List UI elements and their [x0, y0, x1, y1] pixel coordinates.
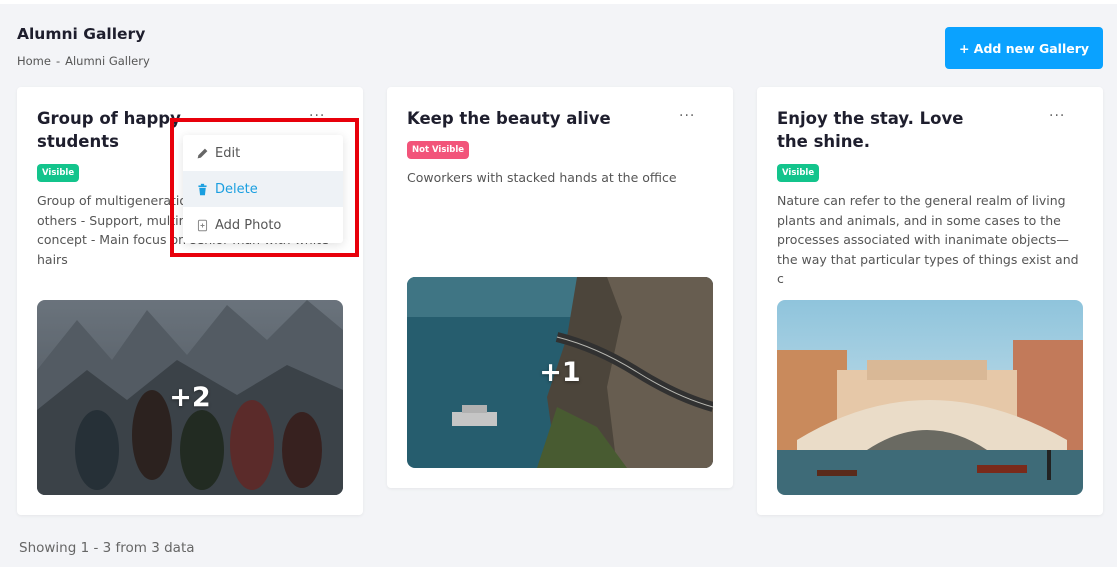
- card-photo[interactable]: +1: [407, 277, 713, 468]
- top-strip: [0, 0, 1117, 4]
- add-new-gallery-button[interactable]: + Add new Gallery: [945, 27, 1103, 69]
- highlight-annotation-box: [170, 118, 359, 257]
- breadcrumb-home[interactable]: Home: [17, 54, 51, 68]
- page-title: Alumni Gallery: [17, 25, 146, 43]
- card-description: Nature can refer to the general realm of…: [777, 193, 1079, 286]
- gallery-card-2: Keep the beauty alive ... Not Visible Co…: [387, 87, 733, 488]
- gallery-card-3: Enjoy the stay. Love the shine. ... Visi…: [757, 87, 1103, 515]
- breadcrumb-current: Alumni Gallery: [65, 54, 150, 68]
- card-photo[interactable]: [777, 300, 1083, 495]
- card-photo[interactable]: +2: [37, 300, 343, 495]
- more-options-icon[interactable]: ...: [679, 105, 695, 119]
- photo-count: +1: [539, 357, 581, 388]
- status-badge: Not Visible: [407, 141, 470, 159]
- more-options-icon[interactable]: ...: [1049, 105, 1065, 119]
- more-options-icon[interactable]: ...: [309, 105, 325, 119]
- pagination-info: Showing 1 - 3 from 3 data: [19, 540, 195, 556]
- card-title: Enjoy the stay. Love the shine.: [777, 109, 964, 151]
- breadcrumb: Home - Alumni Gallery: [17, 54, 150, 68]
- status-badge: Visible: [777, 164, 820, 182]
- photo-count: [777, 300, 1083, 495]
- photo-count: +2: [169, 382, 211, 413]
- card-description: Coworkers with stacked hands at the offi…: [407, 170, 677, 185]
- breadcrumb-separator: -: [55, 54, 61, 68]
- card-title: Keep the beauty alive: [407, 109, 611, 128]
- status-badge: Visible: [37, 164, 80, 182]
